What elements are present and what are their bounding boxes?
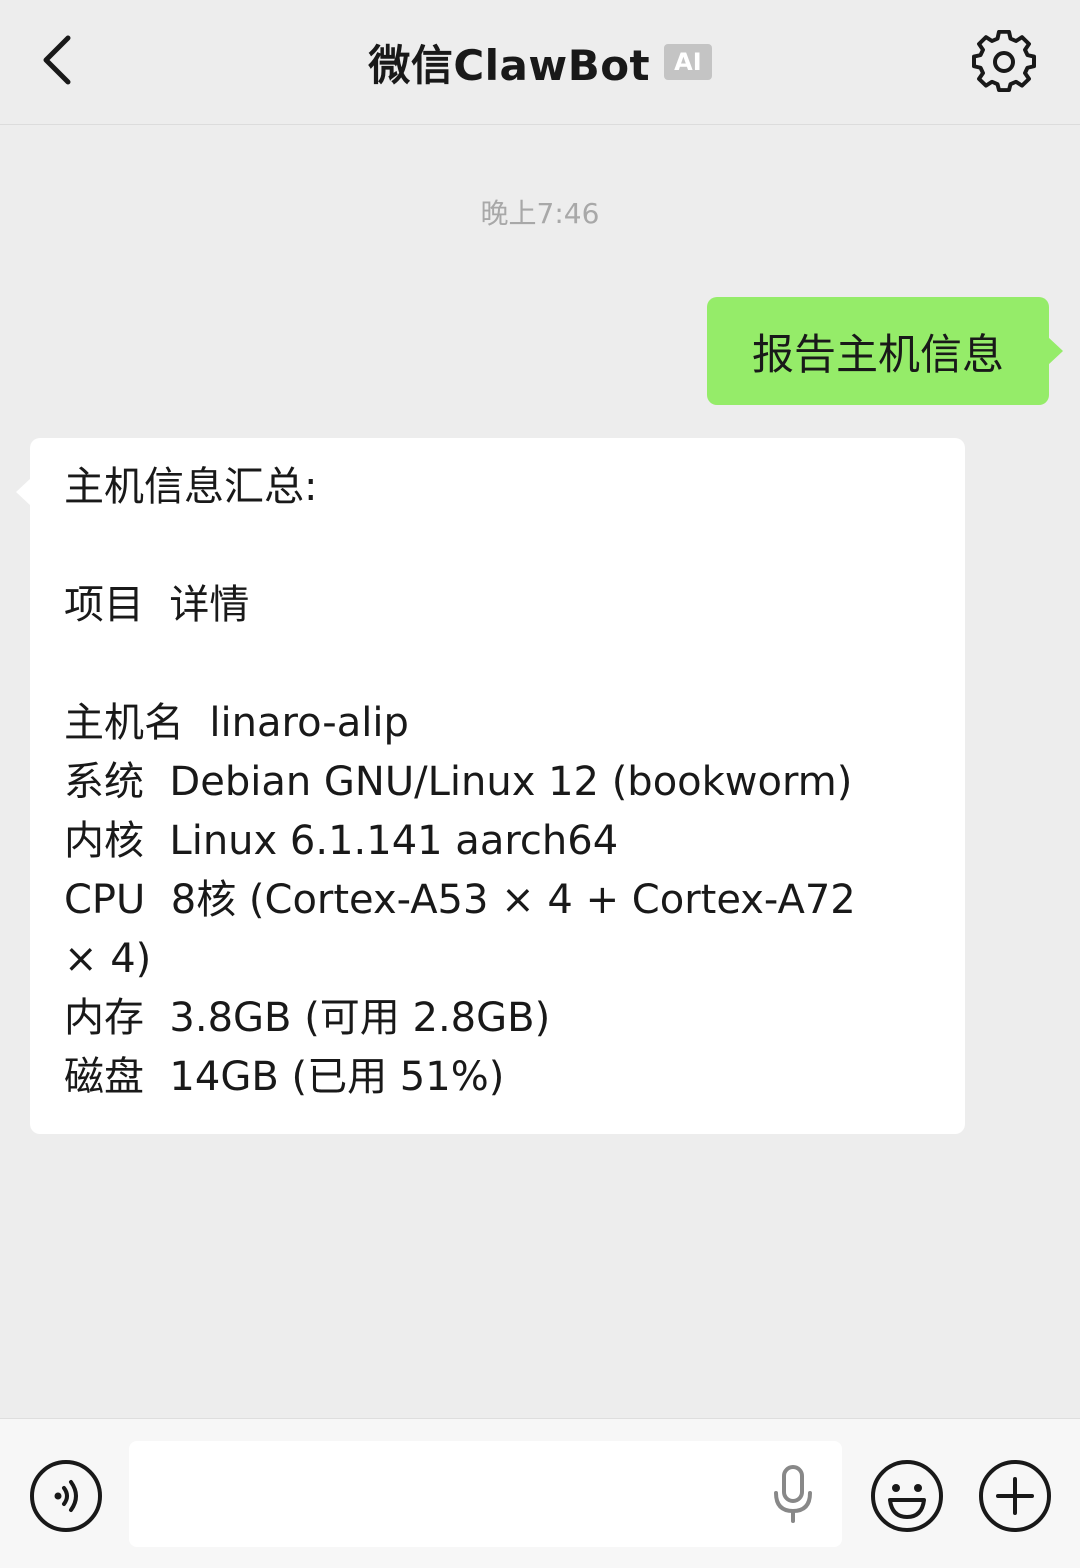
reply-line: 系统 Debian GNU/Linux 12 (bookworm) xyxy=(64,759,853,805)
reply-line: 项目 详情 xyxy=(64,582,250,628)
microphone-icon xyxy=(774,1465,812,1523)
reply-line: 主机名 linaro-alip xyxy=(64,700,409,746)
microphone-button[interactable] xyxy=(770,1463,816,1527)
chat-title: 微信ClawBot xyxy=(368,40,651,90)
settings-button[interactable] xyxy=(972,29,1036,94)
gear-icon xyxy=(972,29,1036,92)
title-wrap: 微信ClawBot AI xyxy=(0,30,1080,94)
reply-line xyxy=(64,517,931,576)
reply-line: CPU 8核 (Cortex-A53 × 4 + Cortex-A72 xyxy=(64,877,856,923)
ai-badge: AI xyxy=(664,44,712,80)
input-bar xyxy=(0,1418,1080,1568)
outgoing-message-bubble[interactable]: 报告主机信息 xyxy=(707,297,1063,405)
emoji-button[interactable] xyxy=(870,1459,944,1533)
message-input[interactable] xyxy=(129,1441,842,1547)
voice-toggle-icon xyxy=(30,1460,102,1532)
reply-line xyxy=(64,635,931,694)
reply-line: 磁盘 14GB (已用 51%) xyxy=(64,1054,505,1100)
plus-icon xyxy=(979,1460,1051,1532)
reply-line: 内存 3.8GB (可用 2.8GB) xyxy=(64,995,551,1041)
emoji-icon xyxy=(871,1460,943,1532)
reply-line: × 4) xyxy=(64,936,152,982)
outgoing-message-text: 报告主机信息 xyxy=(751,329,1004,379)
incoming-message-bubble[interactable]: 主机信息汇总: 项目 详情 主机名 linaro-alip 系统 Debian … xyxy=(16,438,965,1134)
chat-header: 微信ClawBot AI xyxy=(0,0,1080,125)
message-timestamp: 晚上7:46 xyxy=(480,197,600,230)
reply-line: 内核 Linux 6.1.141 aarch64 xyxy=(64,818,619,864)
voice-toggle-button[interactable] xyxy=(29,1459,103,1533)
reply-line: 主机信息汇总: xyxy=(64,464,318,510)
plus-button[interactable] xyxy=(978,1459,1052,1533)
